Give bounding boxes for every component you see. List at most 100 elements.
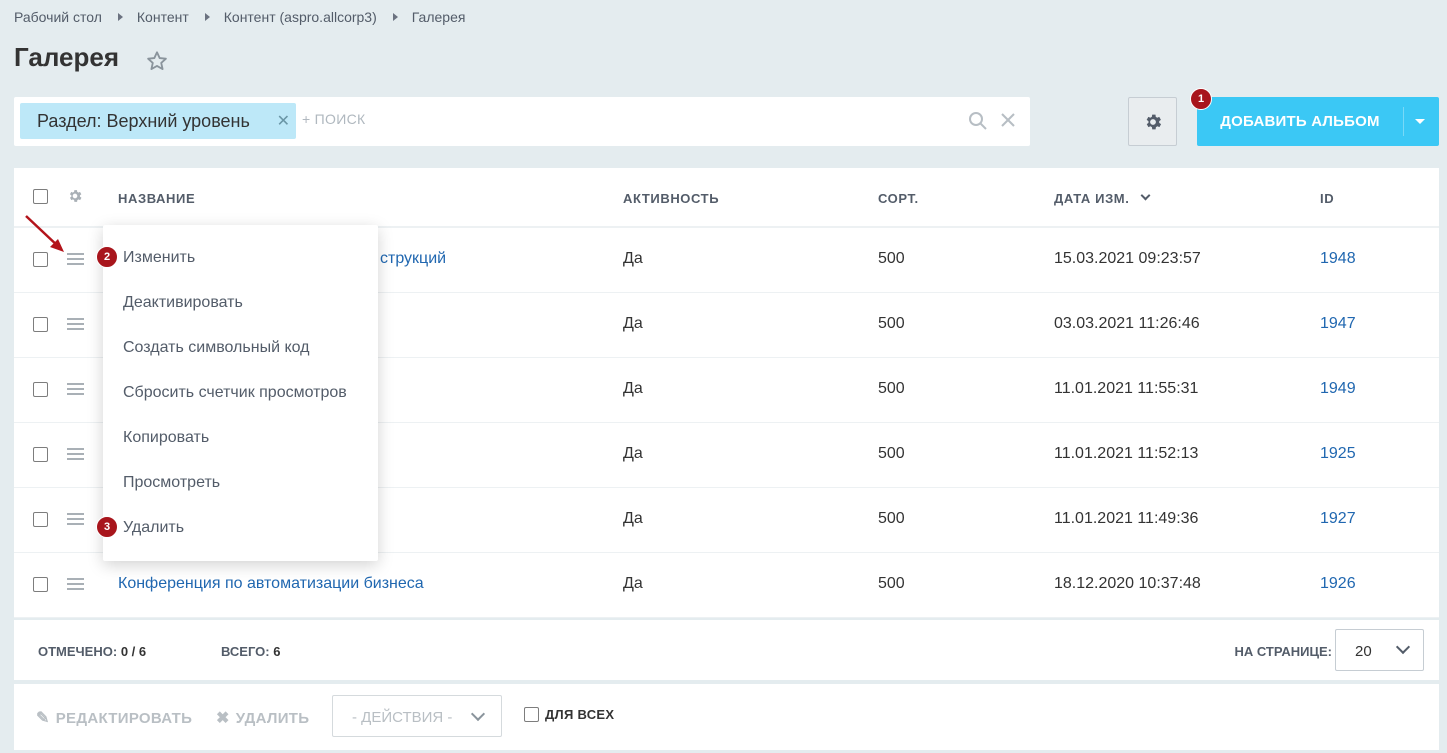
row-menu-icon[interactable] [67, 448, 84, 461]
chevron-down-icon [1140, 190, 1151, 201]
close-icon[interactable]: ✕ [277, 111, 290, 131]
row-checkbox[interactable] [33, 577, 48, 592]
column-header-name[interactable]: НАЗВАНИЕ [118, 191, 195, 206]
chevron-right-icon [117, 13, 123, 21]
add-album-button[interactable]: ДОБАВИТЬ АЛЬБОМ [1197, 97, 1439, 146]
row-checkbox[interactable] [33, 447, 48, 462]
breadcrumb-item-gallery[interactable]: Галерея [412, 9, 466, 25]
row-id-link[interactable]: 1948 [1320, 250, 1356, 268]
for-all-label: ДЛЯ ВСЕХ [545, 707, 615, 722]
menu-item-reset-counter[interactable]: Сбросить счетчик просмотров [123, 384, 347, 402]
for-all-toggle[interactable]: ДЛЯ ВСЕХ [524, 707, 614, 722]
table-row[interactable]: Конференция по автоматизации бизнеса Да … [14, 553, 1439, 618]
breadcrumb-item-content-aspro[interactable]: Контент (aspro.allcorp3) [224, 9, 377, 25]
star-icon[interactable] [146, 50, 168, 72]
step-badge-1: 1 [1190, 88, 1212, 110]
filter-chip[interactable]: Раздел: Верхний уровень ✕ [20, 103, 296, 139]
column-header-id[interactable]: ID [1320, 191, 1334, 206]
total-value: 6 [273, 644, 281, 659]
gear-icon [1146, 114, 1161, 129]
row-sort: 500 [878, 250, 905, 267]
row-active: Да [623, 250, 643, 267]
actions-select[interactable]: - ДЕЙСТВИЯ - [332, 695, 502, 737]
row-sort: 500 [878, 510, 905, 527]
row-date: 11.01.2021 11:52:13 [1054, 445, 1199, 462]
chevron-right-icon [392, 13, 398, 21]
per-page-value: 20 [1355, 643, 1372, 660]
search-icon[interactable] [968, 111, 988, 131]
row-checkbox[interactable] [33, 512, 48, 527]
for-all-checkbox[interactable] [524, 707, 539, 722]
edit-label: РЕДАКТИРОВАТЬ [55, 709, 193, 727]
menu-item-view[interactable]: Просмотреть [123, 474, 220, 492]
row-active: Да [623, 575, 643, 592]
filter-chip-label: Раздел: Верхний уровень [37, 110, 250, 131]
total-label: ВСЕГО: [221, 644, 270, 659]
menu-item-delete[interactable]: Удалить [123, 519, 184, 537]
row-menu-icon[interactable] [67, 578, 84, 591]
menu-item-deactivate[interactable]: Деактивировать [123, 294, 243, 312]
step-badge-2: 2 [96, 246, 118, 268]
gear-icon[interactable] [67, 188, 83, 204]
row-menu-icon[interactable] [67, 513, 84, 526]
pencil-icon: ✎ [36, 710, 50, 727]
row-id-link[interactable]: 1926 [1320, 575, 1356, 593]
row-checkbox[interactable] [33, 317, 48, 332]
row-sort: 500 [878, 445, 905, 462]
row-id-link[interactable]: 1925 [1320, 445, 1356, 463]
caret-down-icon[interactable] [1415, 119, 1425, 124]
row-date: 11.01.2021 11:55:31 [1054, 380, 1199, 397]
row-sort: 500 [878, 315, 905, 332]
delete-label: УДАЛИТЬ [235, 709, 310, 727]
menu-item-copy[interactable]: Копировать [123, 429, 209, 447]
add-album-label: ДОБАВИТЬ АЛЬБОМ [1220, 113, 1380, 130]
breadcrumb-item-content[interactable]: Контент [137, 9, 189, 25]
menu-item-create-code[interactable]: Создать символьный код [123, 339, 310, 357]
column-header-active[interactable]: АКТИВНОСТЬ [623, 191, 719, 206]
actions-select-value: - ДЕЙСТВИЯ - [352, 709, 453, 726]
row-active: Да [623, 380, 643, 397]
select-all-checkbox[interactable] [33, 189, 48, 204]
grid-header: НАЗВАНИЕ АКТИВНОСТЬ СОРТ. ДАТА ИЗМ. ID [14, 168, 1439, 228]
row-date: 11.01.2021 11:49:36 [1054, 510, 1199, 527]
row-name-link[interactable]: Конференция по автоматизации бизнеса [118, 575, 424, 593]
breadcrumb-item-desktop[interactable]: Рабочий стол [14, 9, 102, 25]
row-checkbox[interactable] [33, 382, 48, 397]
chevron-down-icon [470, 706, 486, 722]
row-sort: 500 [878, 575, 905, 592]
pointer-arrow-icon [25, 215, 64, 252]
menu-item-edit[interactable]: Изменить [123, 249, 195, 267]
row-id-link[interactable]: 1947 [1320, 315, 1356, 333]
step-badge-3: 3 [96, 516, 118, 538]
row-active: Да [623, 445, 643, 462]
settings-button[interactable] [1128, 97, 1177, 146]
divider [1403, 107, 1404, 136]
row-active: Да [623, 510, 643, 527]
search-input[interactable]: + поиск [302, 111, 365, 127]
per-page-label: НА СТРАНИЦЕ: [1234, 644, 1332, 659]
row-name-link[interactable]: струкций [380, 250, 446, 268]
chevron-down-icon [1395, 639, 1411, 655]
column-header-date[interactable]: ДАТА ИЗМ. [1054, 191, 1129, 206]
row-context-menu: Изменить Деактивировать Создать символьн… [103, 225, 378, 561]
breadcrumb: Рабочий стол Контент Контент (aspro.allc… [14, 9, 465, 25]
row-active: Да [623, 315, 643, 332]
total-counter: ВСЕГО: 6 [221, 644, 280, 659]
filter-search-bar[interactable]: Раздел: Верхний уровень ✕ + поиск [14, 97, 1030, 146]
row-id-link[interactable]: 1949 [1320, 380, 1356, 398]
checked-value: 0 / 6 [120, 644, 147, 659]
row-sort: 500 [878, 380, 905, 397]
page-title: Галерея [14, 42, 120, 72]
row-date: 15.03.2021 09:23:57 [1054, 250, 1201, 267]
clear-icon[interactable] [1000, 112, 1016, 128]
row-menu-icon[interactable] [67, 318, 84, 331]
group-actions-bar: ✎ РЕДАКТИРОВАТЬ ✖ УДАЛИТЬ - ДЕЙСТВИЯ - Д… [14, 684, 1439, 750]
edit-button[interactable]: ✎ РЕДАКТИРОВАТЬ [36, 708, 192, 728]
column-header-sort[interactable]: СОРТ. [878, 191, 919, 206]
per-page-select[interactable]: 20 [1335, 629, 1424, 671]
row-id-link[interactable]: 1927 [1320, 510, 1356, 528]
checked-counter: ОТМЕЧЕНО: 0 / 6 [38, 644, 146, 659]
close-icon: ✖ [216, 710, 230, 727]
row-menu-icon[interactable] [67, 383, 84, 396]
delete-button[interactable]: ✖ УДАЛИТЬ [216, 708, 309, 728]
